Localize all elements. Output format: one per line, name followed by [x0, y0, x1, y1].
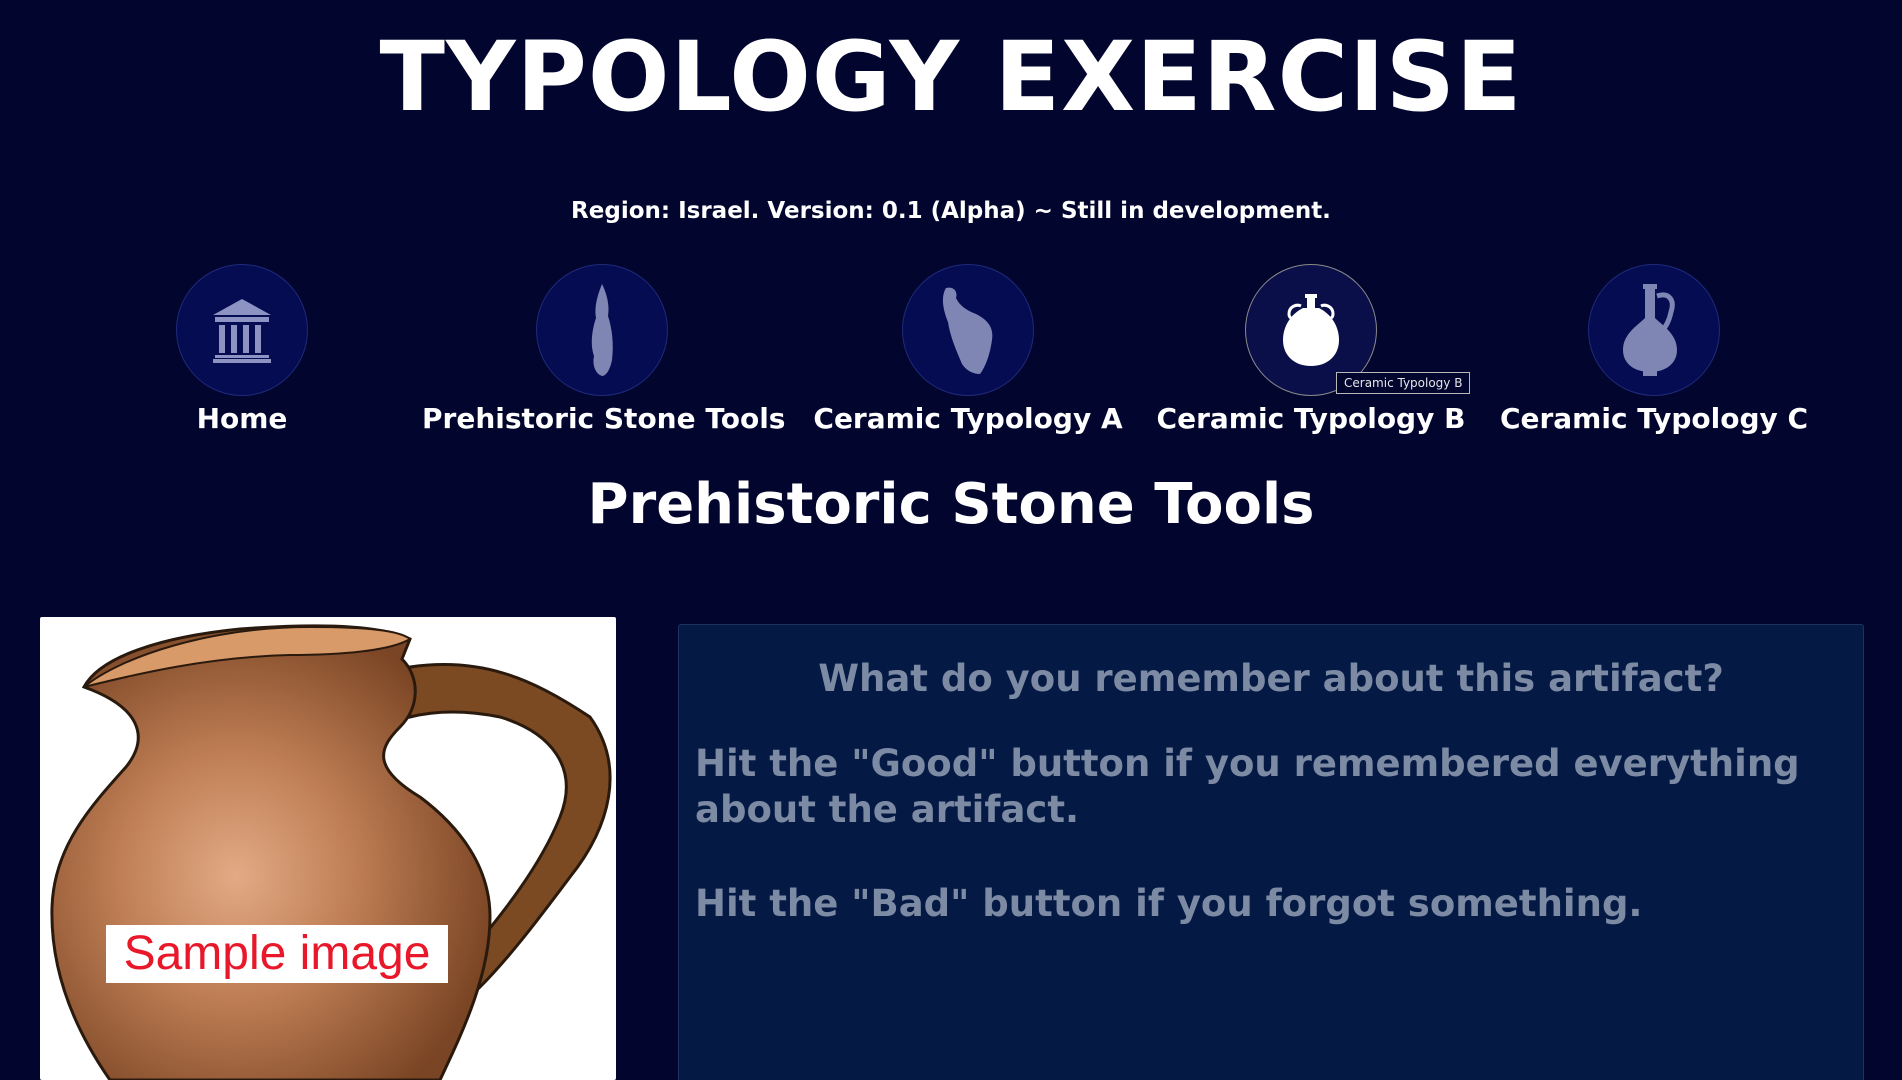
- version-subtitle: Region: Israel. Version: 0.1 (Alpha) ~ S…: [571, 198, 1331, 224]
- nav-label-home[interactable]: Home: [62, 400, 422, 438]
- bad-button-instruction: Hit the "Bad" button if you forgot somet…: [695, 882, 1643, 925]
- page: TYPOLOGY EXERCISE Region: Israel. Versio…: [0, 0, 1902, 1080]
- nav-circle-ceramic-typology-c[interactable]: [1588, 264, 1720, 396]
- good-button-instruction: Hit the "Good" button if you remembered …: [695, 742, 1800, 831]
- memory-question: What do you remember about this artifact…: [818, 657, 1724, 700]
- memory-prompt-panel: What do you remember about this artifact…: [678, 624, 1864, 1080]
- nav-item-prehistoric-stone-tools[interactable]: Prehistoric Stone Tools: [422, 264, 785, 438]
- nav-label-ceramic-typology-b[interactable]: Ceramic Typology B: [1131, 400, 1491, 438]
- nav-item-ceramic-typology-b[interactable]: Ceramic Typology B: [1131, 264, 1491, 438]
- pottery-shard-icon: [942, 287, 993, 374]
- jug-illustration: [50, 624, 612, 1080]
- nav-tooltip: Ceramic Typology B: [1336, 372, 1471, 394]
- page-title: TYPOLOGY EXERCISE: [379, 21, 1523, 133]
- nav-item-home[interactable]: Home: [62, 264, 422, 438]
- amphora-icon: [1283, 294, 1339, 366]
- nav-label-ceramic-typology-c[interactable]: Ceramic Typology C: [1474, 400, 1834, 438]
- sample-image-label: Sample image: [106, 925, 448, 983]
- nav-label-prehistoric-stone-tools[interactable]: Prehistoric Stone Tools: [422, 400, 785, 438]
- nav-label-ceramic-typology-a[interactable]: Ceramic Typology A: [788, 400, 1148, 438]
- stone-tool-icon: [591, 284, 613, 376]
- artifact-image: Sample image: [40, 617, 616, 1080]
- nav-circle-ceramic-typology-a[interactable]: [902, 264, 1034, 396]
- nav-item-ceramic-typology-c[interactable]: Ceramic Typology C: [1474, 264, 1834, 438]
- section-title: Prehistoric Stone Tools: [587, 472, 1315, 537]
- nav-circle-prehistoric-stone-tools[interactable]: [536, 264, 668, 396]
- building-icon: [213, 299, 271, 363]
- nav-item-ceramic-typology-a[interactable]: Ceramic Typology A: [788, 264, 1148, 438]
- nav-circle-home[interactable]: [176, 264, 308, 396]
- jug-icon: [1623, 284, 1677, 376]
